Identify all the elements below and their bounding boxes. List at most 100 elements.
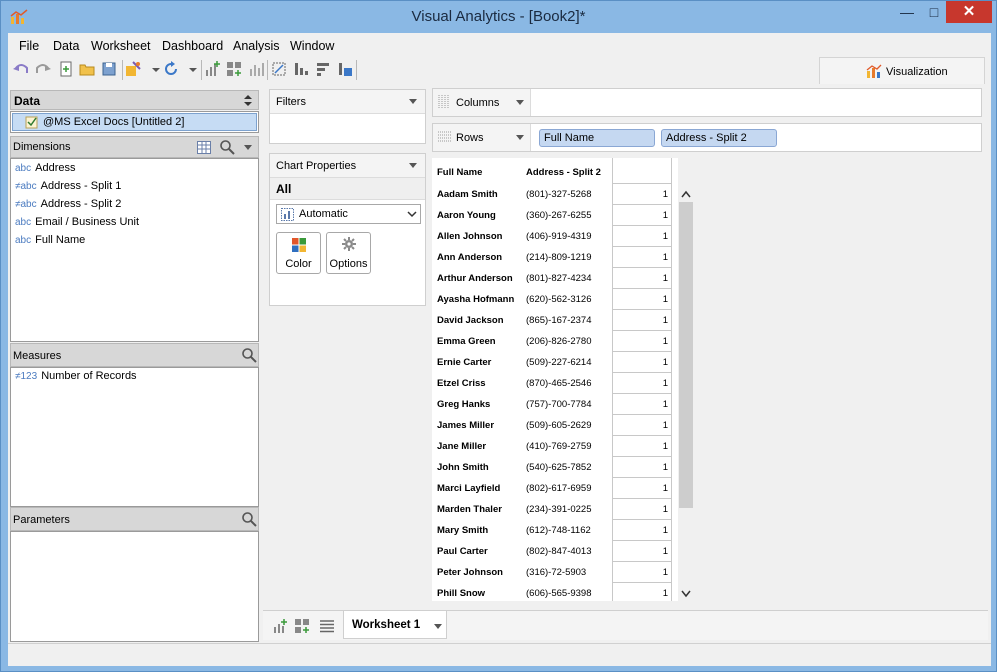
- close-button[interactable]: ✕: [946, 1, 992, 23]
- table-row[interactable]: Etzel Criss (870)-465-2546 1: [432, 373, 672, 394]
- table-row[interactable]: Arthur Anderson (801)-827-4234 1: [432, 268, 672, 289]
- chevron-down-icon[interactable]: [184, 60, 202, 78]
- mark-type-select[interactable]: Automatic: [276, 204, 421, 224]
- number-of-records-cell: 1: [662, 504, 668, 515]
- full-name-cell: Mary Smith: [437, 525, 489, 536]
- dimension-field-address[interactable]: abc Address: [15, 162, 75, 174]
- number-of-records-cell: 1: [662, 420, 668, 431]
- table-row[interactable]: Peter Johnson (316)-72-5903 1: [432, 562, 672, 583]
- menu-data[interactable]: Data: [53, 39, 79, 53]
- new-document-icon[interactable]: [57, 60, 75, 78]
- new-worksheet-icon[interactable]: [272, 618, 288, 634]
- open-folder-icon[interactable]: [78, 60, 96, 78]
- table-row[interactable]: Aadam Smith (801)-327-5268 1: [432, 184, 672, 205]
- data-source-item[interactable]: @MS Excel Docs [Untitled 2]: [12, 113, 257, 131]
- table-row[interactable]: Emma Green (206)-826-2780 1: [432, 331, 672, 352]
- table-row[interactable]: Jane Miller (410)-769-2759 1: [432, 436, 672, 457]
- dimension-field-email[interactable]: abc Email / Business Unit: [15, 216, 139, 228]
- undo-icon[interactable]: [12, 60, 30, 78]
- calculated-number-icon: ≠123: [15, 371, 38, 382]
- scroll-down-icon[interactable]: [681, 590, 691, 598]
- chevron-down-icon[interactable]: [434, 624, 442, 629]
- dimension-field-full-name[interactable]: abc Full Name: [15, 234, 85, 246]
- chevron-down-icon: [407, 211, 417, 218]
- maximize-button[interactable]: □: [921, 1, 947, 23]
- show-labels-icon[interactable]: [336, 60, 354, 78]
- sort-arrows-icon[interactable]: [244, 95, 252, 106]
- grid-line: [671, 158, 672, 601]
- sort-descending-icon[interactable]: [314, 60, 332, 78]
- sheet-tab-bar: Worksheet 1: [263, 610, 988, 640]
- table-row[interactable]: James Miller (509)-605-2629 1: [432, 415, 672, 436]
- new-dashboard-icon[interactable]: [225, 60, 243, 78]
- chevron-down-icon[interactable]: [244, 145, 252, 150]
- marks-all-header[interactable]: All: [270, 178, 425, 200]
- color-button[interactable]: Color: [276, 232, 321, 274]
- table-row[interactable]: Phill Snow (606)-565-9398 1: [432, 583, 672, 601]
- minimize-button[interactable]: —: [894, 1, 920, 23]
- number-of-records-cell: 1: [662, 483, 668, 494]
- redo-icon[interactable]: [34, 60, 52, 78]
- menu-file[interactable]: File: [19, 39, 39, 53]
- new-worksheet-icon[interactable]: [203, 60, 221, 78]
- chevron-down-icon[interactable]: [409, 163, 417, 168]
- dimensions-list: abc Address ≠abc Address - Split 1 ≠abc Add…: [10, 158, 259, 342]
- table-row[interactable]: Ayasha Hofmann (620)-562-3126 1: [432, 289, 672, 310]
- table-row[interactable]: Mary Smith (612)-748-1162 1: [432, 520, 672, 541]
- dimension-field-address-split-1[interactable]: ≠abc Address - Split 1: [15, 180, 121, 192]
- chevron-down-icon[interactable]: [516, 100, 524, 105]
- search-icon[interactable]: [219, 139, 235, 155]
- menu-analysis[interactable]: Analysis: [233, 39, 280, 53]
- scroll-up-icon[interactable]: [681, 190, 691, 198]
- visualization-tab-label: Visualization: [886, 66, 948, 78]
- data-source-label: @MS Excel Docs [Untitled 2]: [43, 116, 185, 128]
- rows-shelf[interactable]: Rows Full Name Address - Split 2: [432, 123, 982, 152]
- columns-shelf[interactable]: Columns: [432, 88, 982, 117]
- dimensions-header: Dimensions: [10, 136, 259, 158]
- table-row[interactable]: David Jackson (865)-167-2374 1: [432, 310, 672, 331]
- table-row[interactable]: Marden Thaler (234)-391-0225 1: [432, 499, 672, 520]
- dimensions-title: Dimensions: [13, 141, 71, 153]
- scrollbar-thumb[interactable]: [679, 202, 693, 508]
- field-label: Address - Split 2: [40, 198, 122, 210]
- search-icon[interactable]: [241, 347, 257, 363]
- measures-title: Measures: [13, 350, 62, 362]
- new-data-source-icon[interactable]: [124, 60, 142, 78]
- chevron-down-icon[interactable]: [409, 99, 417, 104]
- parameters-header: Parameters: [10, 507, 259, 531]
- menu-dashboard[interactable]: Dashboard: [162, 39, 223, 53]
- table-row[interactable]: John Smith (540)-625-7852 1: [432, 457, 672, 478]
- refresh-icon[interactable]: [162, 60, 180, 78]
- save-icon[interactable]: [100, 60, 118, 78]
- table-row[interactable]: Allen Johnson (406)-919-4319 1: [432, 226, 672, 247]
- rows-title: Rows: [456, 132, 484, 144]
- table-row[interactable]: Ann Anderson (214)-809-1219 1: [432, 247, 672, 268]
- rows-pill-address-split-2[interactable]: Address - Split 2: [661, 129, 777, 147]
- rows-pill-full-name[interactable]: Full Name: [539, 129, 655, 147]
- table-row[interactable]: Ernie Carter (509)-227-6214 1: [432, 352, 672, 373]
- window-title: Visual Analytics - [Book2]*: [411, 8, 586, 25]
- options-button[interactable]: Options: [326, 232, 371, 274]
- table-view-icon[interactable]: [197, 141, 211, 154]
- menu-window[interactable]: Window: [290, 39, 334, 53]
- sheet-tab-worksheet-1[interactable]: Worksheet 1: [343, 611, 447, 639]
- visualization-tab[interactable]: Visualization: [819, 57, 985, 84]
- search-icon[interactable]: [241, 511, 257, 527]
- swap-icon[interactable]: [270, 60, 288, 78]
- sheet-list-icon[interactable]: [319, 619, 335, 633]
- sort-ascending-icon[interactable]: [292, 60, 310, 78]
- chevron-down-icon[interactable]: [516, 135, 524, 140]
- table-row[interactable]: Paul Carter (802)-847-4013 1: [432, 541, 672, 562]
- table-row[interactable]: Aaron Young (360)-267-6255 1: [432, 205, 672, 226]
- table-row[interactable]: Greg Hanks (757)-700-7784 1: [432, 394, 672, 415]
- new-dashboard-icon[interactable]: [294, 618, 310, 634]
- status-bar: [8, 643, 991, 666]
- vertical-scrollbar[interactable]: [679, 188, 693, 600]
- address-split-2-cell: (606)-565-9398: [526, 588, 592, 599]
- measure-field-number-of-records[interactable]: ≠123 Number of Records: [15, 370, 137, 382]
- clear-sheet-icon[interactable]: [247, 60, 265, 78]
- dimension-field-address-split-2[interactable]: ≠abc Address - Split 2: [15, 198, 121, 210]
- full-name-cell: David Jackson: [437, 315, 504, 326]
- table-row[interactable]: Marci Layfield (802)-617-6959 1: [432, 478, 672, 499]
- menu-worksheet[interactable]: Worksheet: [91, 39, 151, 53]
